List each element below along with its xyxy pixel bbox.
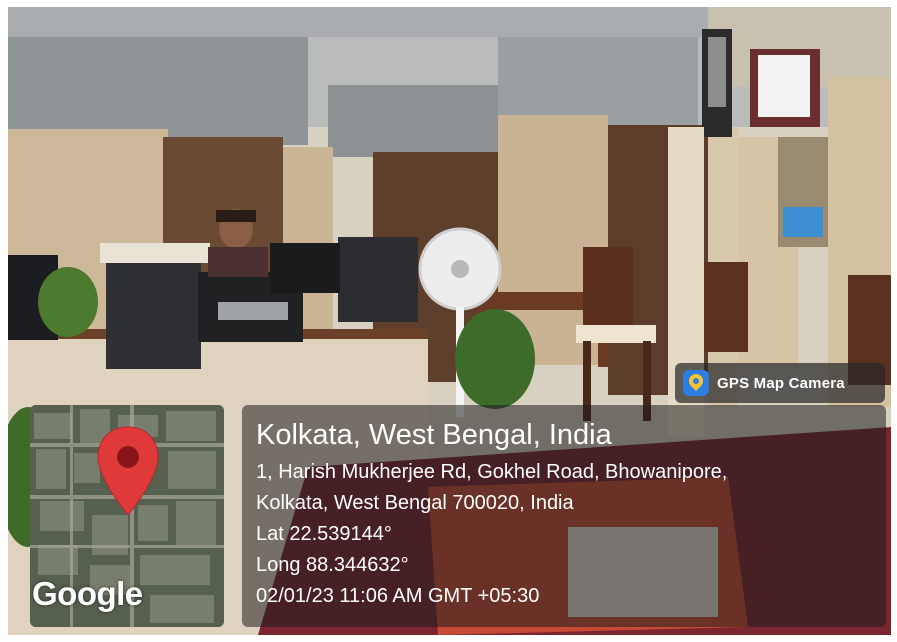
address-line-2: Kolkata, West Bengal 700020, India bbox=[256, 492, 574, 514]
map-thumbnail: Google bbox=[30, 405, 224, 627]
map-pin-icon bbox=[683, 370, 709, 396]
latitude: Lat 22.539144° bbox=[256, 523, 392, 545]
longitude: Long 88.344632° bbox=[256, 554, 409, 576]
gps-map-camera-badge: GPS Map Camera bbox=[675, 363, 885, 403]
location-title: Kolkata, West Bengal, India bbox=[256, 419, 612, 451]
location-info-panel: Kolkata, West Bengal, India 1, Harish Mu… bbox=[242, 405, 886, 627]
timestamp: 02/01/23 11:06 AM GMT +05:30 bbox=[256, 585, 540, 607]
address-line-1: 1, Harish Mukherjee Rd, Gokhel Road, Bho… bbox=[256, 461, 728, 483]
app-name: GPS Map Camera bbox=[717, 374, 845, 392]
photo-frame: GPS Map Camera Google Kolkata, West Beng… bbox=[8, 7, 891, 635]
google-logo: Google bbox=[32, 575, 143, 612]
